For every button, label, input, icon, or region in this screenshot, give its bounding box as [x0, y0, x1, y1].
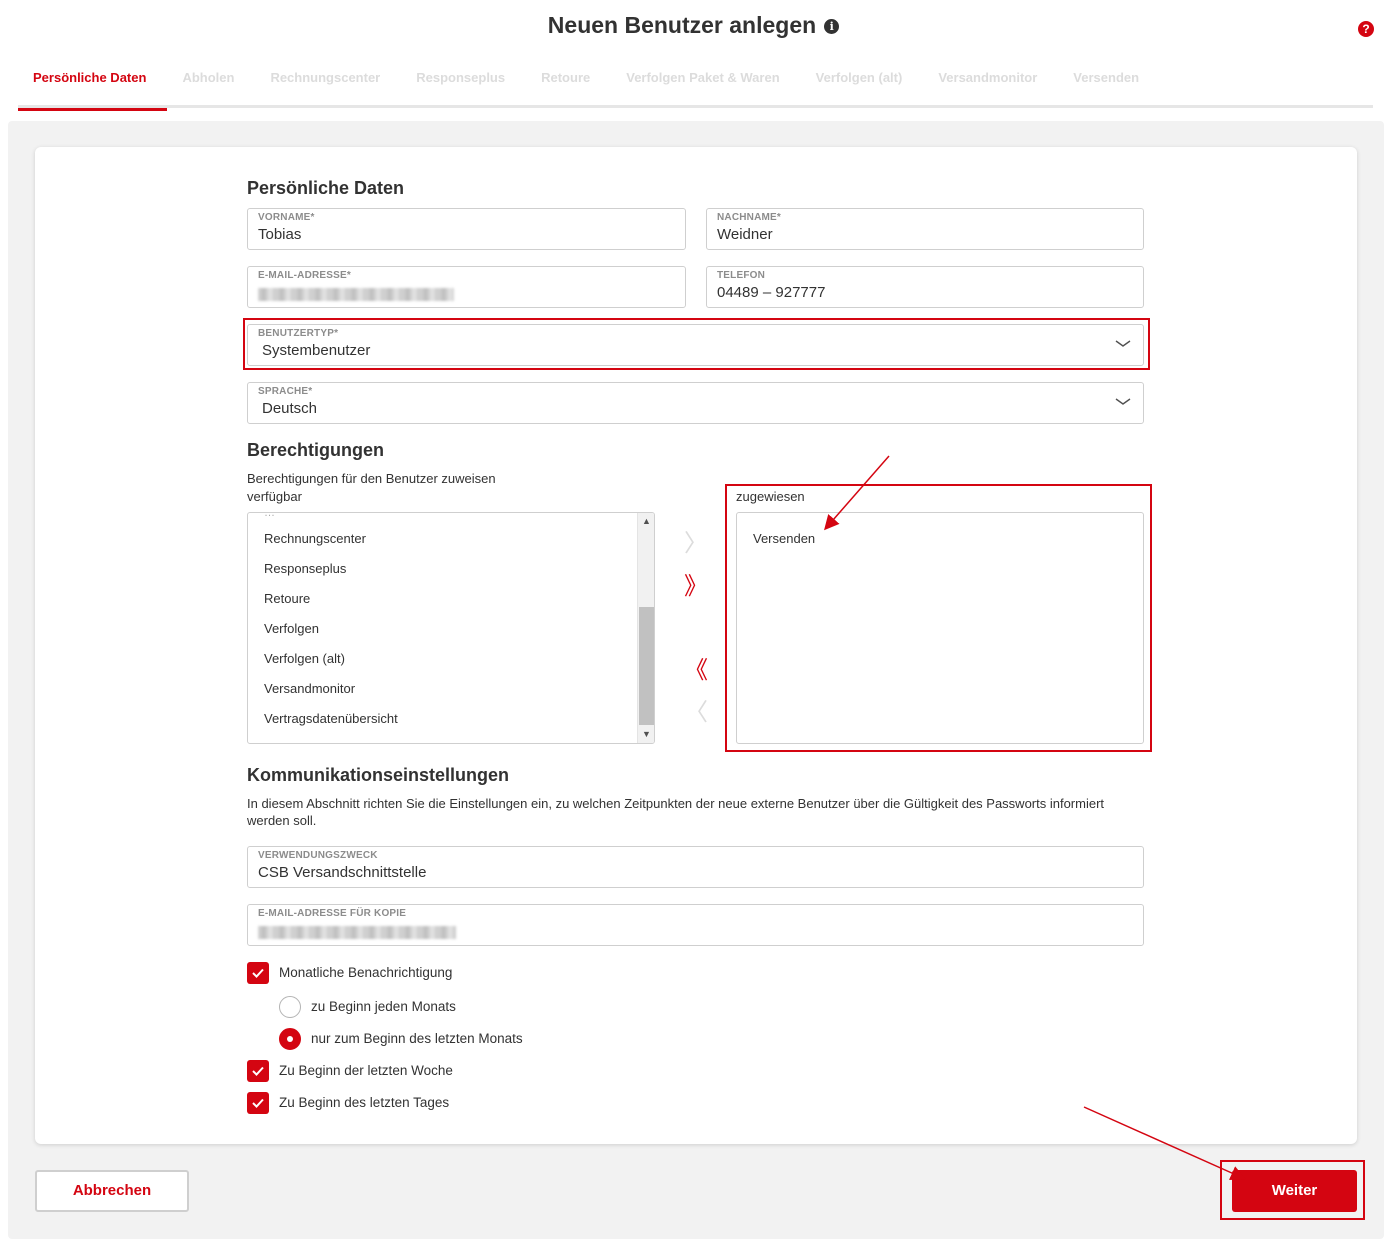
list-item[interactable]: Rechnungscenter [264, 531, 366, 546]
tab-verfolgen-alt[interactable]: Verfolgen (alt) [801, 58, 924, 108]
chevron-down-icon [1115, 398, 1131, 405]
annotation-box-next [1220, 1160, 1365, 1220]
first-name-field[interactable]: VORNAME* Tobias [247, 208, 686, 250]
phone-value: 04489 – 927777 [717, 284, 826, 301]
scroll-thumb[interactable] [639, 607, 654, 725]
monthly-notification-checkbox[interactable] [247, 962, 269, 984]
cancel-button[interactable]: Abbrechen [35, 1170, 189, 1212]
last-name-value: Weidner [717, 226, 773, 243]
communication-description: In diesem Abschnitt richten Sie die Eins… [247, 796, 1105, 828]
last-name-field[interactable]: NACHNAME* Weidner [706, 208, 1144, 250]
available-label: verfügbar [247, 489, 302, 504]
list-scrollbar[interactable]: ▲ ▼ [637, 513, 654, 743]
email-label: E-MAIL-ADRESSE* [258, 270, 352, 281]
language-label: SPRACHE* [258, 386, 313, 397]
scroll-down-icon[interactable]: ▼ [638, 726, 654, 743]
add-all-icon[interactable]: 》 [683, 573, 709, 599]
tab-rechnungscenter[interactable]: Rechnungscenter [255, 58, 401, 108]
last-name-label: NACHNAME* [717, 212, 782, 223]
remove-selected-icon[interactable]: 〈 [683, 699, 709, 725]
tab-persoenliche-daten[interactable]: Persönliche Daten [18, 58, 168, 111]
email-redacted-value [258, 288, 454, 301]
section-title-communication: Kommunikationseinstellungen [247, 765, 510, 785]
last-week-label: Zu Beginn der letzten Woche [279, 1063, 453, 1078]
available-permissions-list[interactable]: … Rechnungscenter Responseplus Retoure V… [247, 512, 655, 744]
annotation-box-assigned [725, 484, 1152, 752]
phone-field[interactable]: TELEFON 04489 – 927777 [706, 266, 1144, 308]
purpose-field[interactable]: VERWENDUNGSZWECK CSB Versandschnittstell… [247, 846, 1144, 888]
radio-last-month-label: nur zum Beginn des letzten Monats [311, 1031, 523, 1046]
page: Neuen Benutzer anlegen i ? Persönliche Da… [0, 0, 1387, 1245]
page-title: Neuen Benutzer anlegen i [0, 12, 1387, 39]
copy-email-field[interactable]: E-MAIL-ADRESSE FÜR KOPIE [247, 904, 1144, 946]
last-day-label: Zu Beginn des letzten Tages [279, 1095, 450, 1110]
info-icon[interactable]: i [824, 19, 840, 34]
list-item[interactable]: Verfolgen (alt) [264, 651, 345, 666]
list-item[interactable]: Vertragsdatenübersicht [264, 711, 398, 726]
list-item[interactable]: Retoure [264, 591, 310, 606]
checkmark-icon [252, 1098, 264, 1108]
radio-each-month[interactable] [279, 996, 301, 1018]
annotation-box-user-type [243, 318, 1150, 370]
language-value: Deutsch [262, 400, 318, 417]
radio-last-month[interactable] [279, 1028, 301, 1050]
checkmark-icon [252, 968, 264, 978]
list-item[interactable]: Verfolgen [264, 621, 319, 636]
section-title-permissions: Berechtigungen [247, 440, 385, 460]
permissions-description: Berechtigungen für den Benutzer zuweisen [247, 471, 496, 486]
header: Neuen Benutzer anlegen i ? [0, 0, 1387, 52]
scroll-up-icon[interactable]: ▲ [638, 513, 654, 530]
tab-responseplus[interactable]: Responseplus [401, 58, 526, 108]
radio-each-month-label: zu Beginn jeden Monats [311, 999, 456, 1014]
copy-email-label: E-MAIL-ADRESSE FÜR KOPIE [258, 908, 407, 919]
checkmark-icon [252, 1066, 264, 1076]
last-week-checkbox[interactable] [247, 1060, 269, 1082]
tab-bar: Persönliche Daten Abholen Rechnungscente… [18, 58, 1373, 111]
email-field[interactable]: E-MAIL-ADRESSE* [247, 266, 686, 308]
last-day-checkbox[interactable] [247, 1092, 269, 1114]
tab-retoure[interactable]: Retoure [526, 58, 611, 108]
purpose-label: VERWENDUNGSZWECK [258, 850, 378, 861]
monthly-notification-label: Monatliche Benachrichtigung [279, 965, 453, 980]
tab-abholen[interactable]: Abholen [167, 58, 255, 108]
list-item[interactable]: Versandmonitor [264, 681, 355, 696]
list-item[interactable]: Responseplus [264, 561, 346, 576]
section-title-personal: Persönliche Daten [247, 178, 405, 198]
language-select[interactable]: SPRACHE* Deutsch [247, 382, 1144, 424]
remove-all-icon[interactable]: 《 [683, 657, 709, 683]
add-selected-icon[interactable]: 〉 [683, 530, 709, 556]
tab-versenden[interactable]: Versenden [1058, 58, 1160, 108]
first-name-label: VORNAME* [258, 212, 315, 223]
list-item-partial: … [264, 512, 275, 519]
purpose-value: CSB Versandschnittstelle [258, 864, 427, 881]
tab-versandmonitor[interactable]: Versandmonitor [923, 58, 1058, 108]
form-card [35, 147, 1357, 1144]
phone-label: TELEFON [717, 270, 766, 281]
tab-verfolgen-paket-waren[interactable]: Verfolgen Paket & Waren [611, 58, 800, 108]
help-icon[interactable]: ? [1358, 21, 1374, 37]
first-name-value: Tobias [258, 226, 302, 243]
copy-email-redacted-value [258, 926, 456, 939]
